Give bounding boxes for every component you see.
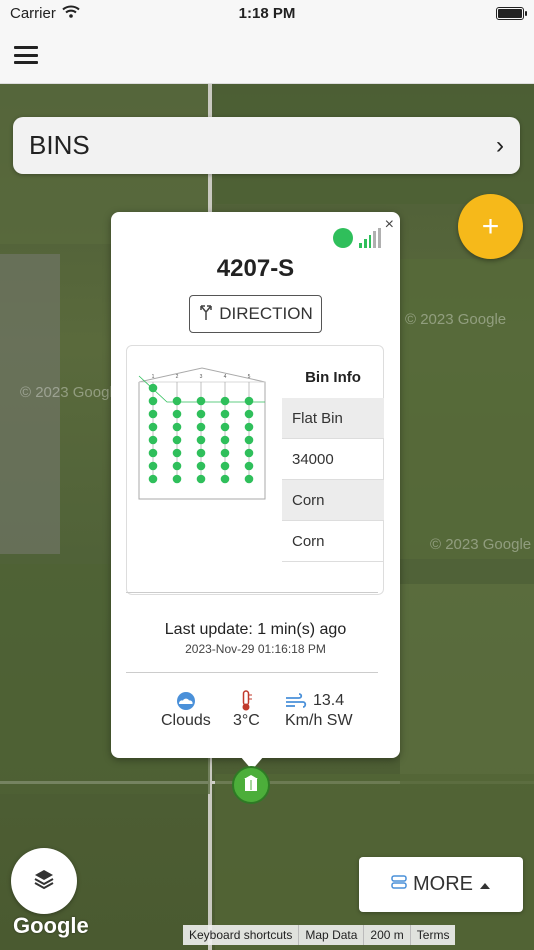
bin-sensor-diagram: 1 2 3 4 5 bbox=[138, 367, 266, 500]
bin-marker-icon bbox=[243, 774, 259, 797]
status-left: Carrier bbox=[10, 5, 80, 22]
weather-wind: 13.4 Km/h SW bbox=[285, 690, 353, 730]
direction-label: DIRECTION bbox=[219, 304, 313, 323]
sensor-dot bbox=[172, 422, 182, 432]
sensor-dot bbox=[196, 396, 206, 406]
thermometer-icon bbox=[239, 690, 253, 712]
wind-speed: 13.4 bbox=[313, 692, 345, 709]
google-logo: Google bbox=[13, 913, 89, 938]
sensor-dot bbox=[148, 448, 158, 458]
carrier-label: Carrier bbox=[10, 4, 56, 22]
sensor-dot bbox=[148, 383, 158, 393]
sensor-dot bbox=[172, 448, 182, 458]
bins-title: BINS bbox=[29, 130, 90, 160]
weather-condition-label: Clouds bbox=[161, 712, 211, 729]
connection-status-dot bbox=[333, 228, 353, 248]
more-button[interactable]: MORE bbox=[359, 857, 523, 912]
sensor-dot bbox=[244, 422, 254, 432]
divider bbox=[126, 592, 378, 593]
status-time: 1:18 PM bbox=[238, 4, 296, 22]
sensor-dot bbox=[220, 448, 230, 458]
hamburger-icon[interactable] bbox=[14, 44, 38, 66]
add-button[interactable]: + bbox=[458, 194, 523, 259]
cloud-icon bbox=[175, 690, 197, 712]
bin-marker[interactable] bbox=[232, 766, 270, 804]
sensor-dot bbox=[220, 435, 230, 445]
sensor-dot bbox=[244, 448, 254, 458]
sensor-dot bbox=[220, 396, 230, 406]
diagram-column-label: 5 bbox=[248, 374, 251, 380]
battery-icon bbox=[496, 6, 527, 20]
more-label: MORE bbox=[413, 873, 473, 895]
sensor-dot bbox=[220, 422, 230, 432]
sensor-dot bbox=[196, 409, 206, 419]
sensor-dot bbox=[172, 396, 182, 406]
chevron-right-icon: › bbox=[496, 131, 504, 159]
sensor-dot bbox=[148, 435, 158, 445]
close-icon[interactable]: × bbox=[385, 216, 394, 234]
bin-info-title: Bin Info bbox=[305, 369, 361, 386]
sensor-dot bbox=[172, 409, 182, 419]
terms-link[interactable]: Terms bbox=[409, 925, 456, 945]
map-watermark: © 2023 Google bbox=[430, 536, 532, 553]
keyboard-shortcuts-link[interactable]: Keyboard shortcuts bbox=[183, 925, 298, 945]
sensor-dot bbox=[220, 461, 230, 471]
sensor-dot bbox=[196, 422, 206, 432]
wind-icon bbox=[285, 690, 307, 712]
divider bbox=[126, 672, 378, 673]
sensor-dot bbox=[148, 396, 158, 406]
scale-label: 200 m bbox=[363, 925, 409, 945]
caret-up-icon bbox=[479, 873, 491, 896]
direction-icon bbox=[198, 303, 214, 326]
sensor-dot bbox=[196, 461, 206, 471]
diagram-column-label: 1 bbox=[152, 374, 155, 380]
sensor-dot bbox=[244, 461, 254, 471]
direction-button[interactable]: DIRECTION bbox=[189, 295, 322, 333]
sensor-dot bbox=[172, 474, 182, 484]
sensor-dot bbox=[220, 409, 230, 419]
wind-unit: Km/h SW bbox=[285, 712, 353, 729]
bin-commodity: Corn bbox=[282, 480, 384, 521]
signal-icon bbox=[359, 228, 381, 248]
map-watermark: © 2023 Google bbox=[405, 311, 507, 328]
bin-grain: Corn bbox=[282, 521, 384, 562]
bin-name: 4207-S bbox=[216, 255, 295, 282]
map-data-link[interactable]: Map Data bbox=[298, 925, 363, 945]
sensor-dot bbox=[148, 422, 158, 432]
sensor-dot bbox=[244, 474, 254, 484]
sensor-dot bbox=[196, 448, 206, 458]
sensor-dot bbox=[148, 409, 158, 419]
weather-temperature: 3°C bbox=[233, 690, 260, 730]
sensor-dot bbox=[172, 461, 182, 471]
last-update: Last update: 1 min(s) ago bbox=[164, 621, 347, 638]
sensor-dot bbox=[220, 474, 230, 484]
sensor-dot bbox=[244, 435, 254, 445]
temperature-label: 3°C bbox=[233, 712, 260, 729]
more-icon bbox=[391, 873, 407, 896]
sensor-dot bbox=[244, 396, 254, 406]
sensor-dot bbox=[244, 409, 254, 419]
status-bar: Carrier 1:18 PM bbox=[0, 0, 534, 26]
diagram-column-label: 4 bbox=[224, 374, 227, 380]
sensor-dot bbox=[196, 435, 206, 445]
update-timestamp: 2023-Nov-29 01:16:18 PM bbox=[185, 642, 326, 656]
bins-bar[interactable]: BINS › bbox=[13, 117, 520, 174]
bin-capacity: 34000 bbox=[282, 439, 384, 480]
map-attribution: Keyboard shortcuts Map Data 200 m Terms bbox=[183, 925, 456, 945]
weather-condition: Clouds bbox=[161, 690, 211, 730]
layers-icon bbox=[32, 867, 56, 896]
sensor-dot bbox=[196, 474, 206, 484]
layers-button[interactable] bbox=[11, 848, 77, 914]
sensor-dot bbox=[148, 474, 158, 484]
nav-bar bbox=[0, 26, 534, 84]
diagram-column-label: 2 bbox=[176, 374, 179, 380]
bin-popup: × 4207-S DIRECTION 1 2 3 4 5 Bin Info Flat B… bbox=[111, 212, 400, 758]
map-watermark: © 2023 Google bbox=[20, 384, 122, 401]
wifi-icon bbox=[62, 5, 80, 22]
sensor-dot bbox=[148, 461, 158, 471]
sensor-dot bbox=[172, 435, 182, 445]
bin-info-panel: 1 2 3 4 5 Bin Info Flat Bin 34000 Corn Corn bbox=[126, 345, 384, 595]
bin-type: Flat Bin bbox=[282, 398, 384, 439]
diagram-column-label: 3 bbox=[200, 374, 203, 380]
